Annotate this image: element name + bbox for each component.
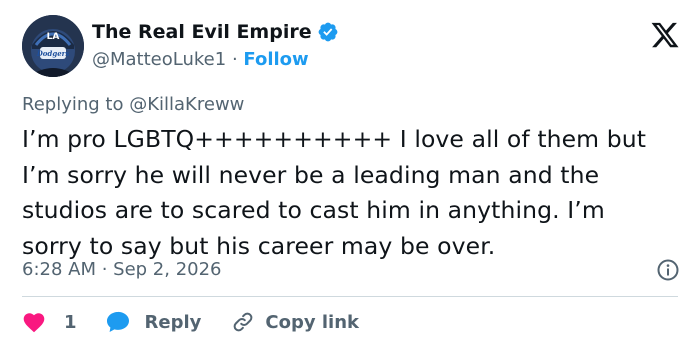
replying-to: Replying to @KillaKreww bbox=[22, 93, 244, 117]
copy-link-label: Copy link bbox=[265, 311, 359, 333]
x-logo-icon[interactable] bbox=[650, 20, 680, 50]
like-button[interactable]: 1 bbox=[22, 311, 77, 333]
action-bar: 1 Reply Copy link bbox=[22, 308, 359, 336]
like-count: 1 bbox=[64, 311, 77, 333]
avatar-logo-text: Dodgers bbox=[36, 49, 70, 58]
reply-button[interactable]: Reply bbox=[105, 310, 202, 334]
reply-bubble-icon bbox=[105, 310, 131, 334]
follow-button[interactable]: Follow bbox=[243, 49, 308, 70]
divider bbox=[22, 296, 678, 297]
info-icon[interactable] bbox=[656, 258, 680, 282]
author-display-name[interactable]: The Real Evil Empire bbox=[92, 20, 312, 44]
verified-badge-icon bbox=[317, 21, 339, 43]
svg-text:LA: LA bbox=[47, 32, 60, 42]
author-handle[interactable]: @MatteoLuke1 bbox=[92, 49, 226, 70]
reply-label: Reply bbox=[144, 311, 202, 333]
replying-prefix: Replying to bbox=[22, 94, 124, 115]
link-icon bbox=[231, 310, 255, 334]
copy-link-button[interactable]: Copy link bbox=[231, 310, 359, 334]
tweet-text: I’m pro LGBTQ++++++++++ I love all of th… bbox=[22, 125, 654, 260]
author-name-row: The Real Evil Empire bbox=[92, 20, 339, 44]
handle-separator: · bbox=[231, 49, 238, 70]
avatar[interactable]: Dodgers LA bbox=[22, 15, 84, 77]
heart-icon bbox=[22, 311, 46, 333]
author-handle-row: @MatteoLuke1 · Follow bbox=[92, 48, 309, 72]
tweet-timestamp[interactable]: 6:28 AM · Sep 2, 2026 bbox=[22, 258, 222, 282]
avatar-image: Dodgers LA bbox=[22, 15, 84, 77]
replying-mention-link[interactable]: @KillaKreww bbox=[129, 94, 244, 115]
